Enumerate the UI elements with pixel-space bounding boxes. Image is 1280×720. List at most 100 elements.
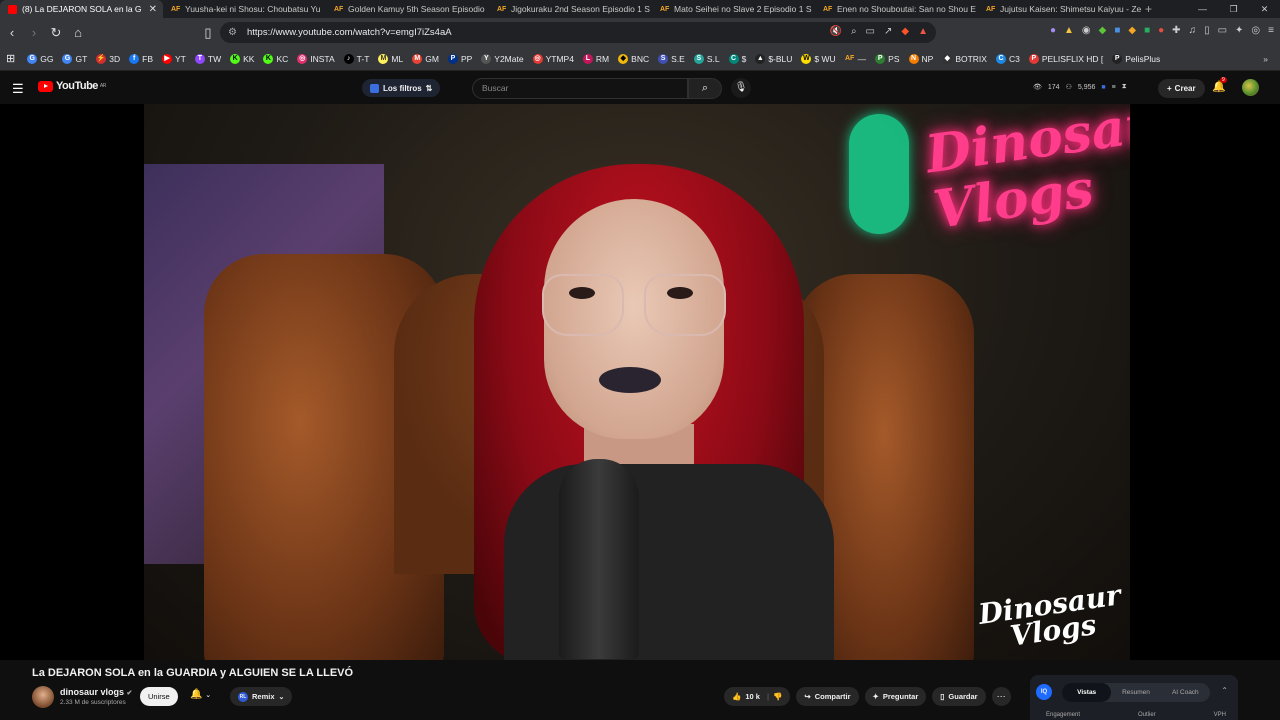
bookmark-item[interactable]: G GT — [62, 53, 87, 64]
tab-resumen[interactable]: Resumen — [1111, 683, 1160, 702]
maximize-icon[interactable]: ❐ — [1218, 0, 1249, 18]
bookmark-item[interactable]: ▲ $-BLU — [755, 53, 792, 64]
bookmark-item[interactable]: P PP — [447, 53, 472, 64]
like-button[interactable]: 👍 10 k | 👎 — [724, 687, 791, 706]
bookmark-item[interactable]: f FB — [129, 53, 153, 64]
tab-vistas[interactable]: Vistas — [1062, 683, 1112, 702]
music-icon[interactable]: ♫ — [1189, 25, 1197, 36]
browser-tab[interactable]: AF Jujutsu Kaisen: Shimetsu Kaiyuu - Ze — [978, 0, 1141, 18]
browser-tab[interactable]: AF Yuusha-kei ni Shosu: Choubatsu Yu — [163, 0, 326, 18]
minimize-icon[interactable]: — — [1187, 0, 1218, 18]
browser-tab[interactable]: AF Enen no Shouboutai: San no Shou E — [815, 0, 978, 18]
bookmark-item[interactable]: M ML — [378, 53, 403, 64]
bookmark-item[interactable]: W $ WU — [801, 53, 836, 64]
bookmark-item[interactable]: ▶ YT — [162, 53, 186, 64]
forward-arrow-icon[interactable]: › — [24, 25, 44, 40]
bookmark-item[interactable]: M GM — [412, 53, 439, 64]
bookmark-item[interactable]: ◎ YTMP4 — [532, 53, 574, 64]
extension-icon[interactable]: ■ — [1144, 25, 1150, 36]
save-button[interactable]: ▯ Guardar — [932, 687, 986, 706]
extension-icon[interactable]: ■ — [1101, 84, 1105, 91]
bookmark-item[interactable]: ◆ BOTRIX — [942, 53, 987, 64]
extension-icon[interactable]: ◆ — [1099, 25, 1107, 36]
new-tab-plus-icon[interactable]: + — [1145, 2, 1152, 16]
bookmark-icon[interactable]: ▯ — [198, 25, 218, 41]
back-arrow-icon[interactable]: ‹ — [2, 25, 22, 40]
bookmark-item[interactable]: ◆ BNC — [618, 53, 649, 64]
extension-icon[interactable]: ◉ — [1082, 25, 1091, 36]
more-options-icon[interactable]: ⋯ — [991, 687, 1011, 706]
bookmark-item[interactable]: K KK — [230, 53, 254, 64]
iq-logo-icon[interactable]: IQ — [1036, 684, 1052, 700]
channel-avatar[interactable] — [32, 686, 54, 708]
extension-icon[interactable]: ◆ — [1128, 25, 1136, 36]
extension-icon[interactable]: ● — [1158, 25, 1164, 36]
home-icon[interactable]: ⌂ — [68, 25, 88, 40]
vpn-icon[interactable]: ◎ — [1251, 25, 1260, 36]
wallet-icon[interactable]: ▭ — [1218, 25, 1227, 36]
leo-ai-icon[interactable]: ✦ — [1235, 25, 1243, 36]
apps-grid-icon[interactable]: ⊞ — [6, 52, 15, 65]
bookmark-item[interactable]: N NP — [908, 53, 933, 64]
browser-tab[interactable]: AF Jigokuraku 2nd Season Episodio 1 S — [489, 0, 652, 18]
close-icon[interactable]: ✕ — [149, 4, 157, 15]
tab-ai-coach[interactable]: AI Coach — [1161, 683, 1210, 702]
window-close-icon[interactable]: ✕ — [1249, 0, 1280, 18]
subscription-bell-button[interactable]: 🔔 ⌄ — [190, 689, 211, 700]
user-avatar[interactable] — [1242, 79, 1259, 96]
bookmark-item[interactable]: ♪ T-T — [343, 53, 369, 64]
voice-search-button[interactable]: 🎙 — [731, 78, 751, 98]
search-button[interactable]: ⌕ — [688, 78, 722, 99]
bookmark-item[interactable]: ⚡ 3D — [96, 53, 120, 64]
share-icon[interactable]: ↗ — [884, 26, 892, 37]
site-info-icon[interactable]: ⚙ — [228, 27, 237, 38]
channel-name[interactable]: dinosaur vlogs ✔ — [60, 687, 132, 697]
browser-tab-active[interactable]: (8) La DEJARON SOLA en la G ✕ — [0, 0, 163, 18]
sidebar-icon[interactable]: ▯ — [1204, 25, 1210, 36]
hourglass-icon[interactable]: ⧗ — [1122, 83, 1127, 91]
bookmark-item[interactable]: Y Y2Mate — [481, 53, 524, 64]
bookmark-item[interactable]: T TW — [194, 53, 221, 64]
join-button[interactable]: Unirse — [140, 687, 178, 706]
video-player[interactable]: Dinosaur Vlogs Dinosaur Vlogs — [0, 104, 1280, 660]
rewards-icon[interactable]: ▲ — [918, 26, 928, 37]
chevron-right-icon[interactable]: » — [1263, 54, 1268, 64]
puzzle-icon[interactable]: ✚ — [1172, 25, 1180, 36]
list-icon[interactable]: ≡ — [1112, 84, 1116, 91]
bookmark-item[interactable]: K KC — [263, 53, 288, 64]
brave-shield-icon[interactable]: ◆ — [901, 26, 909, 37]
bookmark-item[interactable]: P PelisPlus — [1112, 53, 1160, 64]
bookmark-item[interactable]: AF — — [845, 54, 866, 64]
bookmark-item[interactable]: C C3 — [995, 53, 1020, 64]
hamburger-menu-icon[interactable]: ☰ — [12, 81, 24, 97]
notifications-bell-icon[interactable]: 🔔 9 — [1212, 77, 1227, 93]
youtube-logo[interactable]: YouTube AR — [38, 80, 106, 92]
reload-icon[interactable]: ↻ — [46, 25, 66, 41]
bookmark-item[interactable]: P PELISFLIX HD [ — [1028, 53, 1103, 64]
browser-tab[interactable]: AF Mato Seihei no Slave 2 Episodio 1 S — [652, 0, 815, 18]
filters-button[interactable]: Los filtros ⇅ — [362, 79, 441, 97]
extension-icon[interactable]: ■ — [1114, 25, 1120, 36]
menu-icon[interactable]: ≡ — [1268, 25, 1274, 36]
bookmark-item[interactable]: P PS — [875, 53, 900, 64]
browser-tab[interactable]: AF Golden Kamuy 5th Season Episodio — [326, 0, 489, 18]
remix-button[interactable]: RL Remix ⌄ — [230, 687, 293, 706]
bookmark-item[interactable]: G GG — [27, 53, 53, 64]
thumbs-down-icon[interactable]: 👎 — [773, 692, 782, 701]
bookmark-item[interactable]: ◎ INSTA — [297, 53, 335, 64]
create-button[interactable]: + Crear — [1158, 79, 1205, 98]
extension-icon[interactable]: ● — [1050, 25, 1056, 36]
zoom-icon[interactable]: ⌕ — [851, 26, 857, 37]
video-frame[interactable]: Dinosaur Vlogs Dinosaur Vlogs — [144, 104, 1130, 660]
bookmark-item[interactable]: S S.E — [658, 53, 685, 64]
share-button[interactable]: ↪ Compartir — [796, 687, 859, 706]
cast-icon[interactable]: ▭ — [866, 26, 875, 37]
search-input[interactable]: Buscar — [472, 78, 688, 99]
bookmark-item[interactable]: S S.L — [693, 53, 720, 64]
bookmark-item[interactable]: C $ — [728, 53, 746, 64]
chevron-up-icon[interactable]: ⌃ — [1221, 686, 1228, 695]
ask-button[interactable]: ✦ Preguntar — [864, 687, 927, 706]
mute-icon[interactable]: 🔇 — [829, 26, 841, 37]
bookmark-item[interactable]: L RM — [582, 53, 609, 64]
extension-icon[interactable]: ▲ — [1064, 25, 1074, 36]
